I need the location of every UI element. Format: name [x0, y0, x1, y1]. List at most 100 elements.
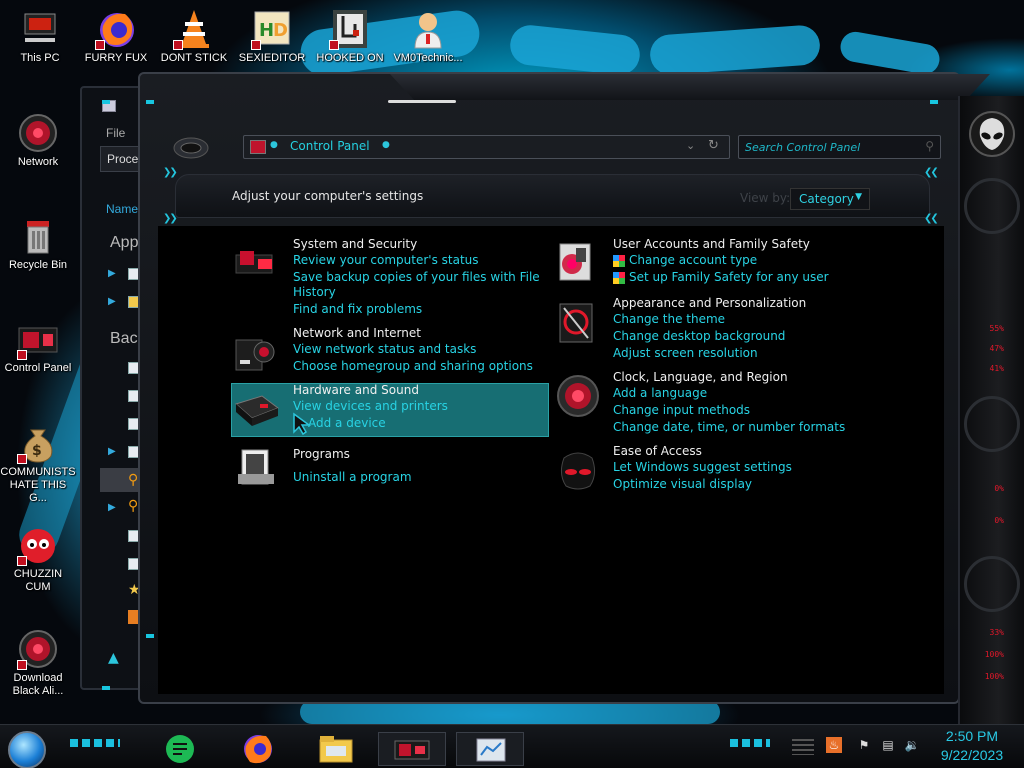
- desktop-icon-hooked-on[interactable]: HOOKED ON: [312, 8, 388, 65]
- breadcrumb-control-panel[interactable]: Control Panel: [290, 139, 370, 153]
- category-link[interactable]: Add a language: [613, 386, 707, 401]
- fewer-details-icon[interactable]: ▲: [108, 650, 119, 666]
- category-title[interactable]: Network and Internet: [293, 326, 421, 340]
- category-link[interactable]: View network status and tasks: [293, 342, 476, 357]
- expand-arrow-icon[interactable]: ▶: [108, 268, 116, 279]
- desktop-icon-label: SEXIEDITOR: [238, 52, 306, 64]
- search-input[interactable]: [745, 137, 920, 158]
- hex-editor-shortcut-icon: HD: [251, 8, 293, 50]
- gauge-value: 55%: [989, 324, 1004, 333]
- title-glow: [388, 100, 456, 103]
- category-link[interactable]: Set up Family Safety for any user: [629, 270, 829, 285]
- category-link[interactable]: Let Windows suggest settings: [613, 460, 792, 475]
- desktop-icon-vm0[interactable]: VM0Technic...: [390, 8, 466, 65]
- appearance-icon: [554, 300, 602, 350]
- category-link[interactable]: Optimize visual display: [613, 477, 752, 492]
- category-title[interactable]: Clock, Language, and Region: [613, 370, 788, 384]
- category-title[interactable]: User Accounts and Family Safety: [613, 237, 810, 251]
- desktop-icon-label: This PC: [20, 52, 60, 64]
- category-link[interactable]: Save backup copies of your files with Fi…: [293, 270, 540, 285]
- download-shortcut-icon: [17, 628, 59, 670]
- view-by-dropdown[interactable]: Category ▼: [790, 188, 870, 210]
- taskbar: ♨ ⚑ ▤ 🔉 2:50 PM 9/22/2023: [0, 724, 1024, 768]
- taskbar-accent: [70, 739, 120, 747]
- category-link[interactable]: Change input methods: [613, 403, 750, 418]
- taskbar-app-task-manager[interactable]: [456, 732, 524, 766]
- page-title: Adjust your computer's settings: [232, 189, 424, 203]
- mouse-cursor-icon: [292, 412, 316, 440]
- taskbar-app-control-panel[interactable]: [378, 732, 446, 766]
- refresh-icon[interactable]: ↻: [708, 138, 719, 153]
- category-title[interactable]: Hardware and Sound: [293, 383, 419, 397]
- expand-arrow-icon[interactable]: ▶: [108, 296, 116, 307]
- frame-accent: [102, 686, 110, 690]
- vm0-technician-shortcut-icon: [407, 8, 449, 50]
- dropdown-arrow-icon: ▼: [855, 192, 862, 202]
- network-icon[interactable]: ▤: [880, 737, 896, 753]
- system-security-icon: [232, 239, 280, 285]
- expand-arrow-icon[interactable]: ▶: [108, 446, 116, 457]
- address-bar[interactable]: ● Control Panel ● ⌄ ↻: [243, 135, 730, 159]
- category-link[interactable]: Change desktop background: [613, 329, 785, 344]
- show-desktop-icon[interactable]: [792, 739, 814, 755]
- desktop-icon-sexieditor[interactable]: HD SEXIEDITOR: [234, 8, 310, 65]
- taskbar-app-file-explorer[interactable]: [316, 732, 356, 766]
- category-link[interactable]: History: [293, 285, 336, 300]
- desktop-icon-download[interactable]: Download Black Ali...: [0, 628, 76, 698]
- frame-accent: [102, 100, 110, 104]
- clock-time: 2:50 PM: [945, 728, 999, 744]
- category-link[interactable]: Add a device: [308, 416, 386, 431]
- taskbar-app-notes[interactable]: [160, 732, 200, 766]
- menu-file[interactable]: File: [106, 126, 125, 140]
- category-title[interactable]: System and Security: [293, 237, 417, 251]
- content-header: Adjust your computer's settings View by:…: [175, 174, 930, 218]
- breadcrumb-separator-icon[interactable]: ●: [270, 140, 278, 150]
- desktop-icon-label: DONT STICK: [160, 52, 228, 64]
- svg-text:$: $: [32, 443, 42, 459]
- category-link[interactable]: Uninstall a program: [293, 470, 412, 485]
- desktop-icon-label: VM0Technic...: [393, 52, 463, 64]
- desktop-icon-control-panel[interactable]: Control Panel: [0, 318, 76, 375]
- taskbar-app-firefox[interactable]: [238, 732, 278, 766]
- category-link[interactable]: Adjust screen resolution: [613, 346, 758, 361]
- start-button[interactable]: [8, 731, 46, 768]
- category-title[interactable]: Appearance and Personalization: [613, 296, 806, 310]
- desktop-icon-chuzzin[interactable]: CHUZZIN CUM: [0, 524, 76, 594]
- desktop-icon-network[interactable]: Network: [0, 112, 76, 169]
- desktop-icon-furry-fux[interactable]: FURRY FUX: [78, 8, 154, 65]
- desktop-icon-dont-stick[interactable]: DONT STICK: [156, 8, 232, 65]
- address-dropdown-icon[interactable]: ⌄: [686, 139, 695, 152]
- category-link[interactable]: Change date, time, or number formats: [613, 420, 845, 435]
- category-link[interactable]: Choose homegroup and sharing options: [293, 359, 533, 374]
- gauge-value: 0%: [994, 516, 1004, 525]
- action-center-flag-icon[interactable]: ⚑: [856, 737, 872, 753]
- search-box[interactable]: ⚲: [738, 135, 941, 159]
- desktop-icon-money-bag[interactable]: $ COMMUNISTS HATE THIS G...: [0, 422, 76, 505]
- breadcrumb-separator-icon[interactable]: ●: [382, 140, 390, 150]
- desktop-icon-recycle-bin[interactable]: Recycle Bin: [0, 215, 76, 272]
- user-accounts-icon: [554, 240, 602, 290]
- desktop-icon-label: Control Panel: [4, 362, 72, 374]
- desktop-icon-this-pc[interactable]: This PC: [2, 8, 78, 65]
- gauge-ring: [964, 396, 1020, 452]
- category-link[interactable]: Change the theme: [613, 312, 725, 327]
- clock[interactable]: 2:50 PM 9/22/2023: [926, 727, 1018, 765]
- category-link[interactable]: View devices and printers: [293, 399, 448, 414]
- category-title[interactable]: Ease of Access: [613, 444, 702, 458]
- expand-arrow-icon[interactable]: ▶: [108, 502, 116, 513]
- category-title[interactable]: Programs: [293, 447, 350, 461]
- category-link[interactable]: Change account type: [629, 253, 757, 268]
- search-icon[interactable]: ⚲: [925, 139, 934, 153]
- ease-of-access-icon: [554, 448, 602, 498]
- network-internet-icon: [232, 330, 280, 380]
- vlc-shortcut-icon: [173, 8, 215, 50]
- window-title-bar[interactable]: [390, 74, 990, 100]
- control-panel-shortcut-icon: [17, 318, 59, 360]
- volume-icon[interactable]: 🔉: [904, 737, 920, 753]
- back-forward-button[interactable]: [172, 135, 210, 161]
- category-link[interactable]: Find and fix problems: [293, 302, 422, 317]
- frame-accent: [930, 100, 938, 104]
- category-link[interactable]: Review your computer's status: [293, 253, 479, 268]
- java-update-icon[interactable]: ♨: [826, 737, 842, 753]
- column-name[interactable]: Name: [106, 202, 138, 216]
